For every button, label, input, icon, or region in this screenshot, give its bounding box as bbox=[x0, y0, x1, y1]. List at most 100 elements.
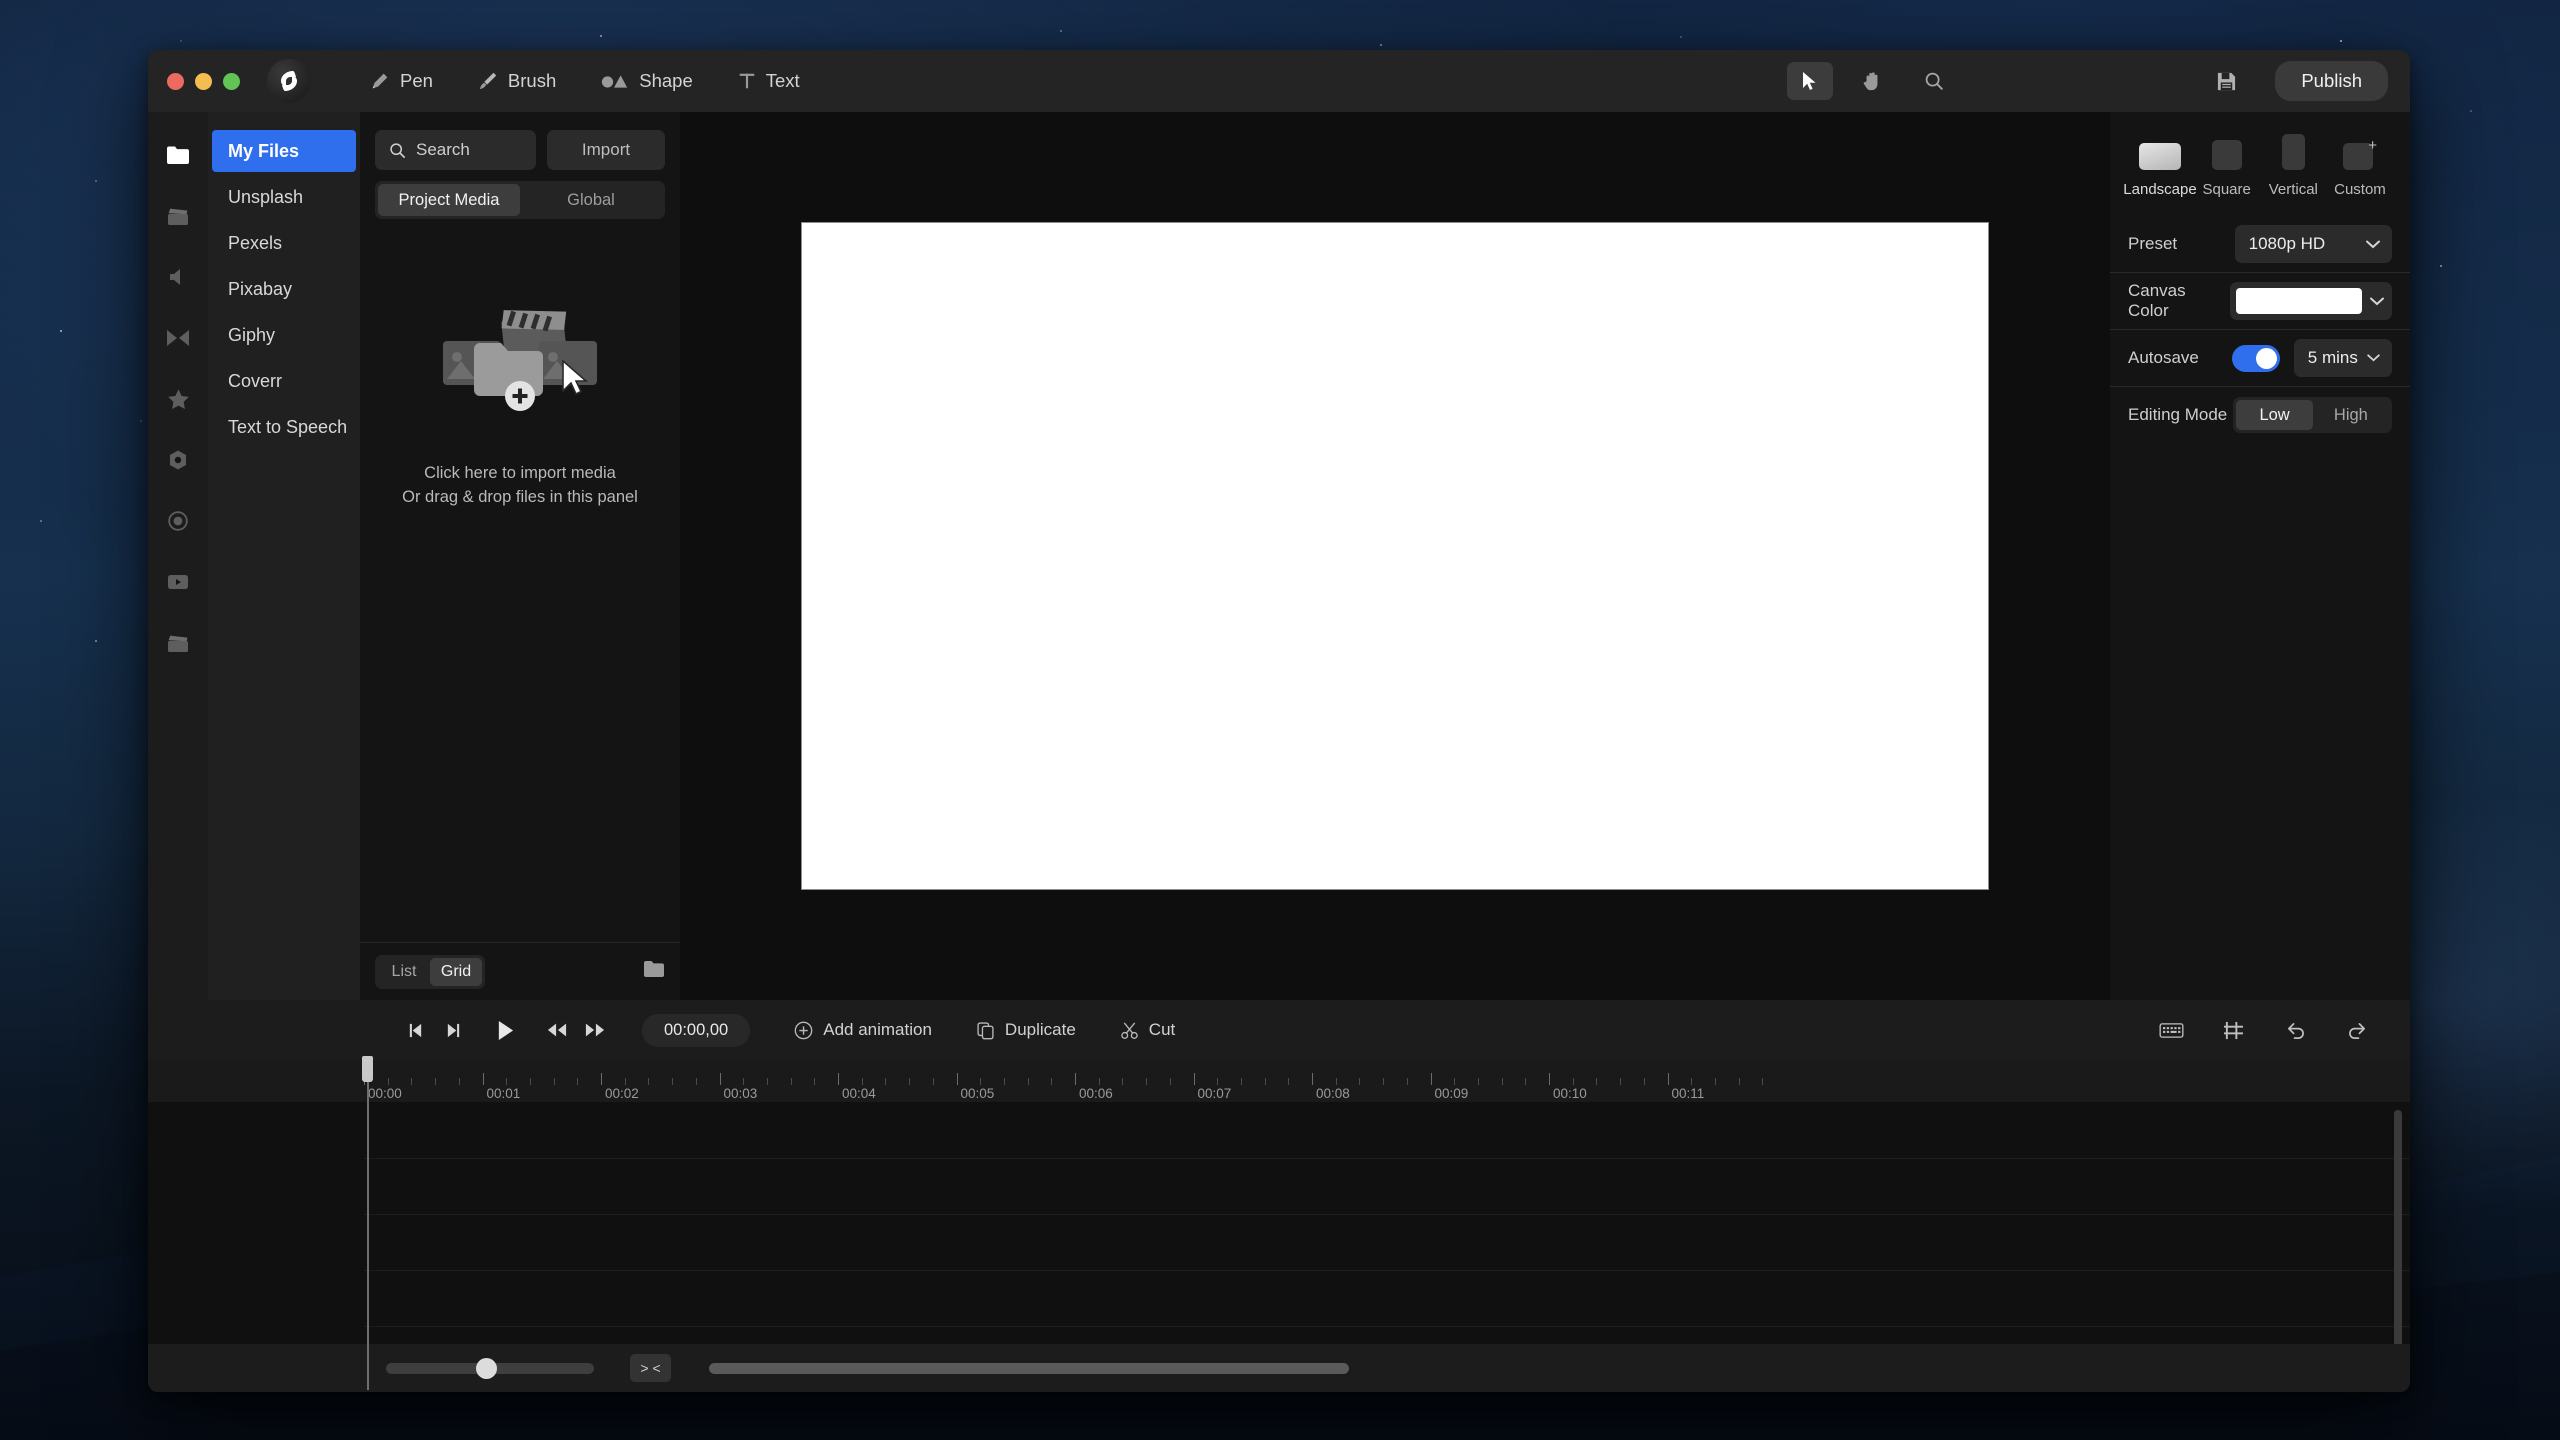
tool-shape[interactable]: Shape bbox=[600, 70, 693, 92]
main-body: My Files Unsplash Pexels Pixabay Giphy C… bbox=[148, 112, 2410, 1000]
rail-item-transitions[interactable] bbox=[163, 323, 193, 353]
view-mode-label: List bbox=[391, 962, 417, 980]
cut-button[interactable]: Cut bbox=[1120, 1020, 1175, 1040]
close-button[interactable] bbox=[167, 72, 184, 90]
canvas-color-select[interactable] bbox=[2230, 282, 2392, 320]
minimize-button[interactable] bbox=[195, 72, 212, 90]
autosave-interval-select[interactable]: 5 mins bbox=[2293, 339, 2392, 377]
ratio-label: Landscape bbox=[2123, 181, 2197, 198]
save-button[interactable] bbox=[2203, 62, 2249, 100]
ratio-vertical[interactable]: Vertical bbox=[2261, 134, 2325, 198]
ruler-tick-minor bbox=[980, 1078, 982, 1085]
ratio-square[interactable]: Square bbox=[2195, 140, 2259, 198]
play-button[interactable] bbox=[486, 1011, 524, 1049]
ruler-tick-minor bbox=[577, 1078, 579, 1085]
ratio-landscape[interactable]: Landscape bbox=[2123, 143, 2197, 198]
redo-button[interactable] bbox=[2340, 1015, 2374, 1045]
ruler-tick-minor bbox=[387, 1078, 389, 1085]
ruler-tick-minor bbox=[1525, 1078, 1527, 1085]
timecode-display[interactable]: 00:00,00 bbox=[642, 1013, 751, 1047]
import-button[interactable]: Import bbox=[547, 130, 665, 170]
ruler-tick-minor bbox=[458, 1078, 460, 1085]
traffic-lights bbox=[167, 72, 240, 90]
fast-forward-button[interactable] bbox=[576, 1011, 614, 1049]
ruler-tick-minor bbox=[861, 1078, 863, 1085]
tab-global[interactable]: Global bbox=[520, 184, 662, 216]
sidebar-item-my-files[interactable]: My Files bbox=[212, 130, 356, 172]
sidebar-item-text-to-speech[interactable]: Text to Speech bbox=[212, 406, 356, 448]
ruler-tick-minor bbox=[435, 1078, 437, 1085]
editing-mode-high[interactable]: High bbox=[2313, 400, 2389, 430]
tracks-vertical-scrollbar[interactable] bbox=[2394, 1110, 2402, 1355]
tool-brush[interactable]: Brush bbox=[477, 70, 556, 92]
markers-button[interactable] bbox=[2216, 1015, 2250, 1045]
video-canvas[interactable] bbox=[801, 222, 1989, 890]
publish-button[interactable]: Publish bbox=[2275, 61, 2388, 101]
select-tool-button[interactable] bbox=[1787, 62, 1834, 100]
rail-item-export[interactable] bbox=[163, 567, 193, 597]
ruler-label: 00:08 bbox=[1316, 1086, 1350, 1101]
maximize-button[interactable] bbox=[223, 72, 240, 90]
undo-button[interactable] bbox=[2278, 1015, 2312, 1045]
skip-to-start-button[interactable] bbox=[396, 1011, 434, 1049]
color-swatch[interactable] bbox=[2236, 288, 2362, 314]
preset-select[interactable]: 1080p HD bbox=[2234, 225, 2392, 263]
tool-shape-label: Shape bbox=[639, 70, 693, 91]
tool-pen[interactable]: Pen bbox=[369, 70, 433, 92]
rail-item-elements[interactable] bbox=[163, 445, 193, 475]
tool-pen-label: Pen bbox=[400, 70, 433, 91]
sidebar-item-pexels[interactable]: Pexels bbox=[212, 222, 356, 264]
ruler-label: 00:10 bbox=[1553, 1086, 1587, 1101]
rewind-button[interactable] bbox=[538, 1011, 576, 1049]
rail-item-video[interactable] bbox=[163, 201, 193, 231]
sidebar-item-label: Text to Speech bbox=[228, 416, 348, 437]
app-logo-icon[interactable] bbox=[267, 59, 311, 103]
autosave-toggle[interactable] bbox=[2231, 344, 2280, 372]
rail-item-audio[interactable] bbox=[163, 262, 193, 292]
add-animation-button[interactable]: Add animation bbox=[794, 1020, 932, 1040]
zoom-tool-button[interactable] bbox=[1911, 62, 1957, 100]
playhead-handle[interactable] bbox=[362, 1056, 373, 1082]
rail-item-media[interactable] bbox=[163, 140, 193, 170]
view-mode-grid[interactable]: Grid bbox=[430, 957, 482, 986]
rail-item-templates[interactable] bbox=[163, 628, 193, 658]
sidebar-item-unsplash[interactable]: Unsplash bbox=[212, 176, 356, 218]
tab-project-media[interactable]: Project Media bbox=[378, 184, 520, 216]
ruler-tick-major bbox=[1549, 1073, 1550, 1085]
sticker-icon bbox=[170, 450, 186, 470]
duplicate-button[interactable]: Duplicate bbox=[976, 1020, 1076, 1040]
timeline-horizontal-scrollbar[interactable] bbox=[709, 1362, 1349, 1374]
new-folder-button[interactable] bbox=[643, 960, 665, 983]
zoom-slider-knob[interactable] bbox=[475, 1357, 497, 1379]
ratio-custom[interactable]: + Custom bbox=[2328, 138, 2392, 198]
dropzone-line-1: Click here to import media bbox=[424, 464, 616, 482]
timeline-zoom-slider[interactable] bbox=[386, 1357, 594, 1379]
view-mode-list[interactable]: List bbox=[378, 958, 430, 986]
rail-item-record[interactable] bbox=[163, 506, 193, 536]
folder-icon bbox=[167, 146, 189, 164]
import-dropzone[interactable]: Click here to import media Or drag & dro… bbox=[375, 219, 665, 942]
ruler-label: 00:09 bbox=[1434, 1086, 1469, 1101]
preview-area[interactable] bbox=[680, 112, 2110, 1000]
source-list: My Files Unsplash Pexels Pixabay Giphy C… bbox=[208, 112, 360, 1000]
keyboard-shortcuts-button[interactable] bbox=[2154, 1015, 2188, 1045]
ruler-tick-minor bbox=[1572, 1078, 1574, 1085]
hand-tool-button[interactable] bbox=[1849, 62, 1895, 100]
tool-text[interactable]: Text bbox=[737, 70, 800, 92]
timeline-ruler[interactable]: 00:00 00:01 00:02 00:03 00:04 00:05 00:06 00:07… bbox=[148, 1060, 2410, 1102]
fit-to-window-button[interactable]: > < bbox=[630, 1354, 671, 1382]
skip-to-end-button[interactable] bbox=[434, 1011, 472, 1049]
sidebar-item-giphy[interactable]: Giphy bbox=[212, 314, 356, 356]
sidebar-item-label: My Files bbox=[228, 140, 300, 161]
ruler-tick-major bbox=[601, 1073, 602, 1085]
ruler-label: 00:01 bbox=[486, 1086, 521, 1101]
undo-icon bbox=[2287, 1022, 2304, 1039]
rail-item-effects[interactable] bbox=[163, 384, 193, 414]
editing-mode-low[interactable]: Low bbox=[2236, 400, 2313, 430]
ruler-label: 00:06 bbox=[1079, 1086, 1113, 1101]
sidebar-item-pixabay[interactable]: Pixabay bbox=[212, 268, 356, 310]
scrollbar-thumb[interactable] bbox=[709, 1362, 1349, 1374]
ratio-label: Custom bbox=[2334, 181, 2386, 198]
sidebar-item-coverr[interactable]: Coverr bbox=[212, 360, 356, 402]
search-input[interactable]: Search bbox=[375, 130, 536, 170]
